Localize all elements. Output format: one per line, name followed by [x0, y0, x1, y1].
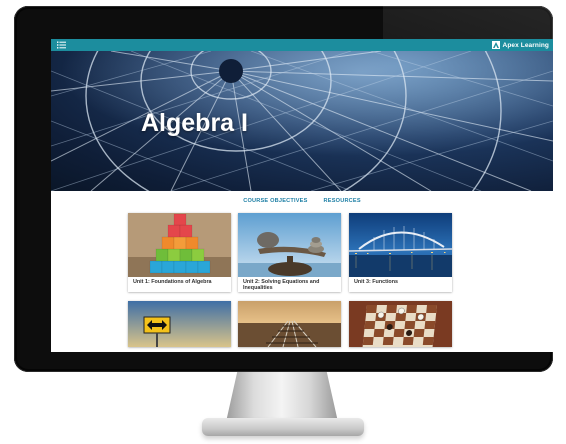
screen: Apex Learning Algebra I COURSE OBJECTIVE… — [51, 39, 553, 352]
railroad-tracks-image — [238, 301, 341, 347]
chessboard-image — [349, 301, 452, 347]
top-bar: Apex Learning — [51, 39, 553, 51]
monitor-stand-base — [202, 418, 364, 436]
course-subnav: COURSE OBJECTIVES RESOURCES — [51, 191, 553, 211]
brand-name: Apex Learning — [502, 41, 549, 49]
stacked-blocks-image — [128, 213, 231, 277]
dome-lattice-image — [51, 51, 553, 191]
apex-logo-icon — [491, 41, 500, 49]
unit-card-label: Unit 2: Solving Equations and Inequaliti… — [243, 279, 320, 292]
brand[interactable]: Apex Learning — [491, 40, 549, 50]
unit-card-4[interactable] — [128, 301, 231, 347]
unit-card-6[interactable] — [349, 301, 452, 347]
hero-banner: Algebra I — [51, 51, 553, 191]
unit-card-1[interactable]: Unit 1: Foundations of Algebra — [128, 213, 231, 292]
page-title: Algebra I — [141, 109, 248, 137]
monitor-stand-neck — [226, 372, 338, 422]
unit-card-label: Unit 3: Functions — [354, 279, 399, 285]
hamburger-list-icon[interactable] — [57, 41, 66, 49]
unit-card-label: Unit 1: Foundations of Algebra — [133, 279, 212, 285]
course-objectives-link[interactable]: COURSE OBJECTIVES — [243, 198, 307, 204]
unit-card-5[interactable] — [238, 301, 341, 347]
balancing-stones-image — [238, 213, 341, 277]
unit-card-3[interactable]: Unit 3: Functions — [349, 213, 452, 292]
resources-link[interactable]: RESOURCES — [324, 198, 361, 204]
road-sign-image — [128, 301, 231, 347]
unit-card-2[interactable]: Unit 2: Solving Equations and Inequaliti… — [238, 213, 341, 292]
bridge-at-dusk-image — [349, 213, 452, 277]
